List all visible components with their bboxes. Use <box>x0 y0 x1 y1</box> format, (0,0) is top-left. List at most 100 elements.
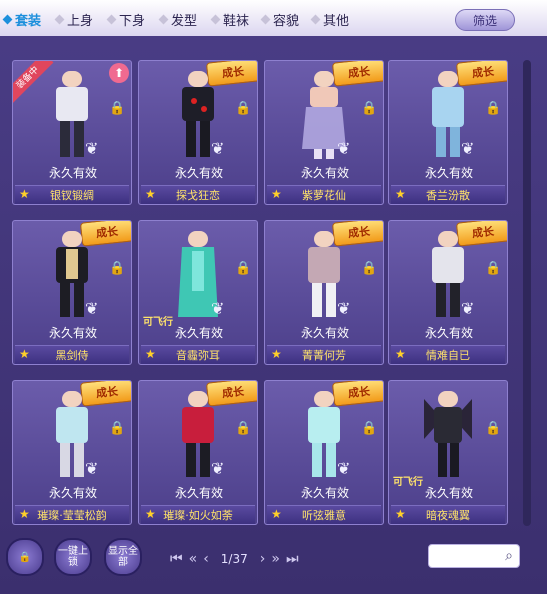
diamond-icon <box>158 14 169 24</box>
item-name: 暗夜魂翼 <box>426 509 470 522</box>
prev-fast-icon[interactable]: « <box>189 551 198 567</box>
item-name-bar: ★ 紫萝花仙 <box>267 185 381 204</box>
bottom-toolbar: 🔒 一键上锁 显示全部 ⏮ « ‹ 1/37 › » ⏭ ⌕ <box>0 530 547 594</box>
item-card[interactable]: 成长 ❦ 🔒 永久有效 ★ 黑剑侍 <box>12 220 132 365</box>
item-name-bar: ★ 音霾弥耳 <box>141 345 255 364</box>
item-duration: 永久有效 <box>424 486 473 500</box>
next-fast-icon[interactable]: » <box>271 551 280 567</box>
diamond-icon <box>106 14 117 24</box>
page-indicator: 1/37 <box>220 552 248 566</box>
item-name-bar: ★ 香兰汾散 <box>391 185 505 204</box>
lock-icon[interactable]: 🔒 <box>109 261 125 276</box>
filter-button[interactable]: 筛选 <box>455 9 515 31</box>
item-name: 紫萝花仙 <box>302 189 346 202</box>
diamond-icon <box>54 14 65 24</box>
item-duration: 永久有效 <box>300 166 349 180</box>
tab-bottom[interactable]: 下身 <box>106 9 146 29</box>
item-card[interactable]: 成长 ❦ 🔒 永久有效 ★ 听弦雅意 <box>264 380 384 525</box>
item-card[interactable]: 可飞行 ❦ 🔒 永久有效 ★ 音霾弥耳 <box>138 220 258 365</box>
next-page-icon[interactable]: › <box>260 551 266 567</box>
item-name-bar: ★ 情难自已 <box>391 345 505 364</box>
item-name: 音霾弥耳 <box>176 349 220 362</box>
item-card[interactable]: 成长 ❦ 🔒 永久有效 ★ 情难自已 <box>388 220 508 365</box>
outfit-thumbnail <box>424 391 472 477</box>
item-card[interactable]: 装备中 ⬆ ❦ 🔒 永久有效 ★ 银钗锻绸 <box>12 60 132 205</box>
item-card[interactable]: 成长 ❦ 🔒 永久有效 ★ 紫萝花仙 <box>264 60 384 205</box>
item-name: 银钗锻绸 <box>50 189 94 202</box>
item-duration: 永久有效 <box>424 166 473 180</box>
lock-icon[interactable]: 🔒 <box>361 261 377 276</box>
item-card[interactable]: 可飞行 🔒 永久有效 ★ 暗夜魂翼 <box>388 380 508 525</box>
item-card[interactable]: 成长 ❦ 🔒 永久有效 ★ 香兰汾散 <box>388 60 508 205</box>
item-duration: 永久有效 <box>174 486 223 500</box>
prev-page-icon[interactable]: ‹ <box>203 551 209 567</box>
wings-icon: ❦ <box>337 459 351 478</box>
lock-icon[interactable]: 🔒 <box>485 421 501 436</box>
item-name: 探戈狂恋 <box>176 189 220 202</box>
item-name-bar: ★ 璀璨·如火如荼 <box>141 505 255 524</box>
item-name: 璀璨·莹莹松韵 <box>37 509 107 522</box>
item-card[interactable]: 成长 ❦ 🔒 永久有效 ★ 璀璨·如火如荼 <box>138 380 258 525</box>
lock-icon[interactable]: 🔒 <box>485 101 501 116</box>
tab-top[interactable]: 上身 <box>54 9 93 29</box>
lock-icon[interactable]: 🔒 <box>235 261 251 276</box>
tab-shoes[interactable]: 鞋袜 <box>210 9 250 29</box>
tab-label: 下身 <box>119 13 146 29</box>
pagination: ⏮ « ‹ 1/37 › » ⏭ <box>170 548 299 570</box>
item-name-bar: ★ 黑剑侍 <box>15 345 129 364</box>
first-page-icon[interactable]: ⏮ <box>170 551 183 567</box>
lock-all-button[interactable]: 一键上锁 <box>54 538 92 576</box>
lock-toggle-button[interactable]: 🔒 <box>6 538 44 576</box>
tab-label: 容貌 <box>273 13 300 29</box>
last-page-icon[interactable]: ⏭ <box>286 551 299 567</box>
search-box: ⌕ <box>428 544 520 568</box>
wings-icon: ❦ <box>85 299 99 318</box>
lock-icon[interactable]: 🔒 <box>361 421 377 436</box>
search-icon[interactable]: ⌕ <box>505 548 513 564</box>
item-card[interactable]: 成长 ❦ 🔒 永久有效 ★ 菁菁何芳 <box>264 220 384 365</box>
lock-icon[interactable]: 🔒 <box>109 421 125 436</box>
wings-icon: ❦ <box>211 459 225 478</box>
tab-outfit[interactable]: 套装 <box>2 9 42 29</box>
search-input[interactable] <box>433 547 497 567</box>
lock-icon[interactable]: 🔒 <box>361 101 377 116</box>
item-name: 璀璨·如火如荼 <box>163 509 233 522</box>
diamond-icon <box>260 14 271 24</box>
grid-scrollbar[interactable] <box>523 60 531 526</box>
item-name: 黑剑侍 <box>55 349 89 362</box>
tab-hair[interactable]: 发型 <box>158 9 198 29</box>
lock-icon: 🔒 <box>18 551 32 563</box>
item-grid: 装备中 ⬆ ❦ 🔒 永久有效 ★ 银钗锻绸 成长 ❦ 🔒 永久有效 ★ 探戈狂恋 成… <box>12 60 522 526</box>
item-duration: 永久有效 <box>174 166 223 180</box>
item-card[interactable]: 成长 ❦ 🔒 永久有效 ★ 璀璨·莹莹松韵 <box>12 380 132 525</box>
item-name-bar: ★ 暗夜魂翼 <box>391 505 505 524</box>
item-duration: 永久有效 <box>48 486 97 500</box>
tab-label: 鞋袜 <box>223 13 250 29</box>
diamond-icon <box>2 14 13 24</box>
item-duration: 永久有效 <box>48 326 97 340</box>
lock-icon[interactable]: 🔒 <box>235 101 251 116</box>
wings-icon: ❦ <box>461 139 475 158</box>
item-name-bar: ★ 菁菁何芳 <box>267 345 381 364</box>
tab-appearance[interactable]: 容貌 <box>260 9 300 29</box>
wings-icon: ❦ <box>211 139 225 158</box>
show-all-button[interactable]: 显示全部 <box>104 538 142 576</box>
category-tab-bar: 套装 上身 下身 发型 鞋袜 容貌 其他 筛选 <box>0 0 547 36</box>
tab-label: 套装 <box>15 13 42 29</box>
tab-label: 发型 <box>171 13 198 29</box>
wings-icon: ❦ <box>461 299 475 318</box>
upgrade-arrow-icon[interactable]: ⬆ <box>109 63 129 83</box>
diamond-icon <box>310 14 321 24</box>
lock-icon[interactable]: 🔒 <box>109 101 125 116</box>
item-duration: 永久有效 <box>300 486 349 500</box>
wings-icon: ❦ <box>85 459 99 478</box>
tab-label: 其他 <box>323 13 350 29</box>
diamond-icon <box>210 14 221 24</box>
item-name-bar: ★ 探戈狂恋 <box>141 185 255 204</box>
wings-icon: ❦ <box>211 299 225 318</box>
tab-other[interactable]: 其他 <box>310 9 350 29</box>
lock-icon[interactable]: 🔒 <box>235 421 251 436</box>
lock-icon[interactable]: 🔒 <box>485 261 501 276</box>
item-card[interactable]: 成长 ❦ 🔒 永久有效 ★ 探戈狂恋 <box>138 60 258 205</box>
wings-icon: ❦ <box>337 139 351 158</box>
